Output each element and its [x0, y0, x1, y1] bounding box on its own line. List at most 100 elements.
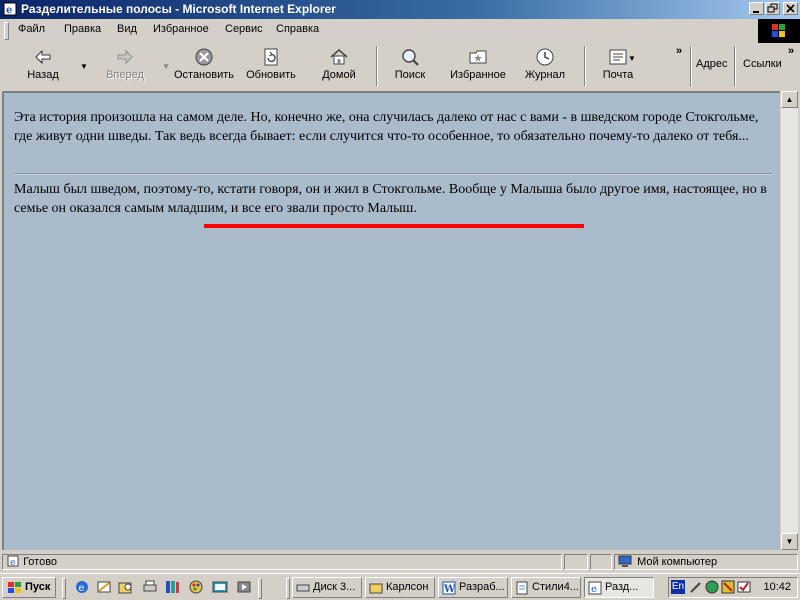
- taskbar-grip[interactable]: [286, 578, 290, 599]
- language-indicator[interactable]: En: [671, 580, 685, 594]
- forward-button[interactable]: Вперед: [92, 44, 158, 88]
- windows-logo: [758, 19, 800, 43]
- menu-edit[interactable]: Правка: [64, 23, 101, 35]
- tray-mail-check-icon[interactable]: [737, 580, 751, 594]
- status-panel-empty: [564, 554, 588, 570]
- ie-quicklaunch-icon[interactable]: e: [74, 579, 90, 595]
- notepad-icon: [516, 581, 528, 595]
- search-button[interactable]: Поиск: [384, 44, 436, 88]
- forward-label: Вперед: [106, 69, 144, 81]
- history-label: Журнал: [524, 69, 566, 81]
- svg-text:W: W: [443, 584, 456, 595]
- mail-button[interactable]: Почта: [592, 44, 644, 88]
- tray-antivirus-icon[interactable]: [721, 580, 735, 594]
- start-button[interactable]: Пуск: [2, 577, 56, 598]
- address-bar-label[interactable]: Адрес: [696, 58, 728, 70]
- close-button[interactable]: [783, 2, 798, 15]
- svg-text:e: e: [6, 5, 12, 16]
- quicklaunch-grip[interactable]: [258, 578, 262, 599]
- stop-label: Остановить: [173, 69, 235, 81]
- mail-dropdown-icon[interactable]: ▼: [628, 54, 636, 63]
- links-chevron[interactable]: »: [788, 45, 794, 57]
- back-label: Назад: [27, 69, 59, 81]
- mail-label: Почта: [602, 69, 634, 81]
- vertical-scrollbar[interactable]: ▲ ▼: [781, 91, 798, 550]
- toolbar-separator: [376, 46, 378, 86]
- history-button[interactable]: Журнал: [516, 44, 574, 88]
- restore-icon: [767, 3, 778, 13]
- refresh-button[interactable]: Обновить: [242, 44, 300, 88]
- favorites-label: Избранное: [450, 69, 506, 81]
- menu-file[interactable]: Файл: [18, 23, 45, 35]
- clock[interactable]: 10:42: [763, 581, 791, 593]
- links-bar-label[interactable]: Ссылки: [743, 58, 782, 70]
- task-button[interactable]: Стили4...: [511, 577, 581, 598]
- menu-help[interactable]: Справка: [276, 23, 319, 35]
- page-done-icon: e: [7, 555, 19, 568]
- stop-icon: [195, 48, 213, 66]
- back-button[interactable]: Назад: [10, 44, 76, 88]
- menu-grip[interactable]: [4, 22, 9, 40]
- menu-tools[interactable]: Сервис: [225, 23, 263, 35]
- svg-text:e: e: [79, 583, 85, 594]
- red-separator-line: [204, 224, 584, 228]
- back-dropdown-icon[interactable]: ▼: [80, 62, 88, 71]
- window-title: Разделительные полосы - Microsoft Intern…: [21, 2, 336, 16]
- title-bar[interactable]: e Разделительные полосы - Microsoft Inte…: [0, 0, 800, 19]
- network-icon[interactable]: [212, 579, 228, 595]
- search-icon: [402, 49, 419, 66]
- taskbar: Пуск e Диск 3... Карлсон W Разраб... Сти…: [0, 573, 800, 600]
- printer-icon[interactable]: [142, 579, 158, 595]
- menu-favorites[interactable]: Избранное: [153, 23, 209, 35]
- scroll-up-button[interactable]: ▲: [781, 91, 798, 108]
- quicklaunch-grip[interactable]: [62, 578, 66, 599]
- favorites-folder-icon: [469, 50, 487, 64]
- tray-globe-icon[interactable]: [705, 580, 719, 594]
- maximize-button[interactable]: [765, 2, 780, 15]
- forward-arrow-icon: [117, 49, 133, 65]
- minimize-button[interactable]: [749, 2, 764, 15]
- toolbar-separator: [584, 46, 586, 86]
- status-bar: e Готово Мой компьютер: [0, 552, 800, 572]
- outlook-quicklaunch-icon[interactable]: [96, 579, 112, 595]
- svg-text:e: e: [591, 584, 597, 595]
- drive-icon: [296, 584, 310, 592]
- search-label: Поиск: [394, 69, 426, 81]
- task-button-active[interactable]: e Разд...: [584, 577, 654, 598]
- paint-icon[interactable]: [188, 579, 204, 595]
- task-button[interactable]: Диск 3...: [292, 577, 362, 598]
- horizontal-rule: [14, 173, 772, 175]
- scroll-down-button[interactable]: ▼: [781, 533, 798, 550]
- refresh-icon: [264, 48, 278, 66]
- toolbar-separator: [690, 46, 692, 86]
- back-arrow-icon: [35, 49, 51, 65]
- standard-toolbar: Назад ▼ Вперед ▼ Остановить Обновить Дом…: [0, 42, 800, 90]
- toolbar-chevron[interactable]: »: [676, 45, 682, 57]
- folder-icon: [369, 583, 383, 594]
- history-icon: [536, 48, 554, 66]
- task-label: Разд...: [605, 581, 639, 593]
- favorites-button[interactable]: Избранное: [444, 44, 512, 88]
- home-button[interactable]: Домой: [310, 44, 368, 88]
- task-button[interactable]: W Разраб...: [438, 577, 508, 598]
- windows-flag-icon: [772, 24, 785, 37]
- tray-pen-icon[interactable]: [689, 580, 703, 594]
- mail-icon: [609, 49, 627, 65]
- home-icon: [330, 49, 348, 65]
- folder-search-icon[interactable]: [118, 579, 134, 595]
- windows-start-icon: [8, 582, 21, 593]
- status-text: Готово: [23, 556, 58, 568]
- refresh-label: Обновить: [246, 69, 296, 81]
- status-panel-empty: [590, 554, 612, 570]
- menu-view[interactable]: Вид: [117, 23, 137, 35]
- ie-page-icon: e: [588, 581, 602, 595]
- close-icon: [786, 4, 795, 13]
- svg-text:e: e: [10, 558, 15, 567]
- media-icon[interactable]: [236, 579, 252, 595]
- books-icon[interactable]: [164, 579, 180, 595]
- paragraph-1: Эта история произошла на самом деле. Но,…: [14, 110, 759, 144]
- task-button[interactable]: Карлсон: [365, 577, 435, 598]
- forward-dropdown-icon[interactable]: ▼: [162, 62, 170, 71]
- start-label: Пуск: [25, 581, 51, 593]
- stop-button[interactable]: Остановить: [170, 44, 238, 88]
